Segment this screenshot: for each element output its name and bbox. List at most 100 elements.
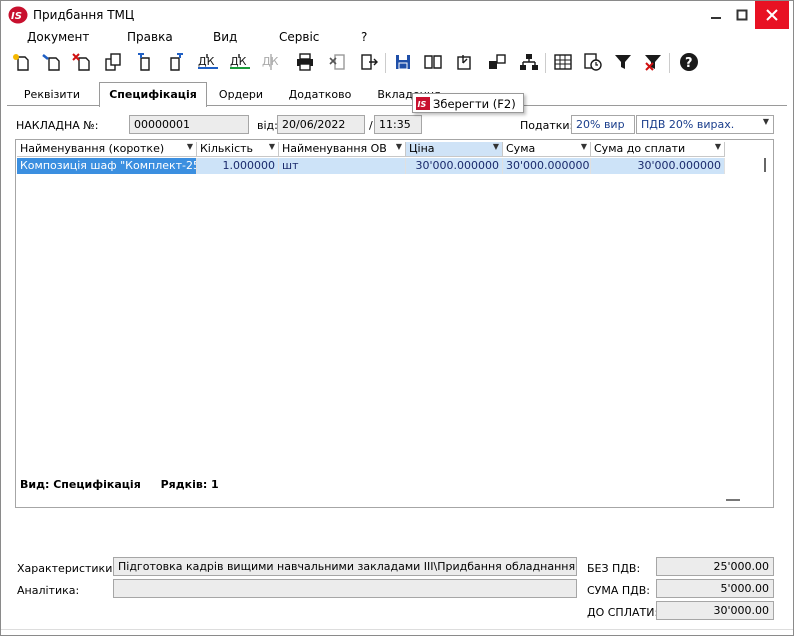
- characteristics-field[interactable]: Підготовка кадрів вищими навчальними зак…: [113, 557, 577, 576]
- column-header-price[interactable]: Ціна ▼: [406, 142, 503, 157]
- cell-sum-to-pay[interactable]: 30'000.000000: [591, 158, 725, 174]
- tax-select-value: ПДВ 20% вирах.: [641, 118, 735, 131]
- debit-credit-button[interactable]: ДК: [197, 50, 221, 74]
- table-icon: [554, 54, 572, 70]
- time-field[interactable]: 11:35: [374, 115, 422, 134]
- tax-rate-field[interactable]: 20% вир: [571, 115, 635, 134]
- tree-button[interactable]: [517, 50, 541, 74]
- debit-credit-alt-button[interactable]: ДК: [229, 50, 253, 74]
- column-dropdown-icon[interactable]: ▼: [396, 142, 402, 151]
- svg-text:ДК: ДК: [262, 55, 279, 68]
- column-header-name[interactable]: Найменування (коротке) ▼: [17, 142, 197, 157]
- svg-text:IS: IS: [11, 11, 22, 22]
- window-title: Придбання ТМЦ: [33, 8, 135, 22]
- attach-button[interactable]: [453, 50, 477, 74]
- column-header-label: Найменування (коротке): [20, 142, 165, 155]
- invoice-number-field[interactable]: 00000001: [129, 115, 249, 134]
- filter-icon: [615, 55, 631, 69]
- delete-icon: [72, 53, 90, 71]
- column-header-quantity[interactable]: Кількість ▼: [197, 142, 279, 157]
- characteristics-label: Характеристики:: [17, 562, 117, 575]
- grid-view-label: Вид: Специфікація: [20, 478, 141, 491]
- title-bar[interactable]: IS Придбання ТМЦ: [1, 1, 793, 29]
- menu-help[interactable]: ?: [361, 30, 367, 44]
- app-window: IS Придбання ТМЦ Документ Правка Вид Сер…: [0, 0, 794, 636]
- analytics-field[interactable]: [113, 579, 577, 598]
- cell-price[interactable]: 30'000.000000: [406, 158, 503, 174]
- insert-before-button[interactable]: [133, 50, 157, 74]
- column-dropdown-icon[interactable]: ▼: [581, 142, 587, 151]
- column-header-sum-to-pay[interactable]: Сума до сплати ▼: [591, 142, 725, 157]
- debit-credit-disabled-button[interactable]: ДК: [261, 50, 285, 74]
- print-icon: [297, 53, 313, 71]
- export-button[interactable]: [325, 50, 349, 74]
- link-button[interactable]: [485, 50, 509, 74]
- vertical-scrollbar-thumb[interactable]: [764, 158, 766, 172]
- menu-document[interactable]: Документ: [27, 30, 89, 44]
- toolbar-separator: [385, 53, 386, 73]
- tab-additional[interactable]: Додатково: [281, 84, 359, 106]
- grid-rows-count: Рядків: 1: [160, 478, 219, 491]
- clear-filter-button[interactable]: [641, 50, 665, 74]
- svg-text:IS: IS: [418, 100, 427, 109]
- toolbar: ДК ДК ДК ?: [1, 47, 793, 77]
- to-pay-field: 30'000.00: [656, 601, 774, 620]
- tab-requisites[interactable]: Реквізити: [15, 84, 89, 106]
- table-row[interactable]: Композиція шаф "Комплект-25" 1.000000 шт…: [17, 158, 725, 174]
- bottom-divider: [1, 629, 793, 630]
- column-dropdown-icon[interactable]: ▼: [715, 142, 721, 151]
- column-dropdown-icon[interactable]: ▼: [493, 142, 499, 151]
- column-header-unit[interactable]: Найменування ОВ ▼: [279, 142, 406, 157]
- to-pay-label: ДО СПЛАТИ:: [587, 606, 659, 619]
- table-button[interactable]: [551, 50, 575, 74]
- cell-quantity[interactable]: 1.000000: [197, 158, 279, 174]
- book-button[interactable]: [421, 50, 445, 74]
- save-icon: [396, 55, 410, 70]
- column-header-label: Сума: [506, 142, 536, 155]
- create-copy-button[interactable]: [39, 50, 63, 74]
- exit-document-button[interactable]: [357, 50, 381, 74]
- create-button[interactable]: [9, 50, 33, 74]
- column-dropdown-icon[interactable]: ▼: [269, 142, 275, 151]
- without-vat-label: БЕЗ ПДВ:: [587, 562, 641, 575]
- menu-service[interactable]: Сервіс: [279, 30, 319, 44]
- debit-credit-disabled-icon: ДК: [262, 54, 279, 70]
- menu-view[interactable]: Вид: [213, 30, 237, 44]
- column-header-label: Найменування ОВ: [282, 142, 387, 155]
- analytics-label: Аналітика:: [17, 584, 80, 597]
- close-button[interactable]: [755, 1, 789, 29]
- vat-sum-label: СУМА ПДВ:: [587, 584, 651, 597]
- menu-edit[interactable]: Правка: [127, 30, 173, 44]
- column-header-label: Кількість: [200, 142, 254, 155]
- tooltip-text: Зберегти (F2): [433, 97, 516, 111]
- maximize-button[interactable]: [727, 1, 757, 29]
- save-button[interactable]: [391, 50, 415, 74]
- tab-specification[interactable]: Специфікація: [99, 82, 207, 107]
- date-field[interactable]: 20/06/2022: [277, 115, 365, 134]
- delete-button[interactable]: [69, 50, 93, 74]
- column-header-sum[interactable]: Сума ▼: [503, 142, 591, 157]
- filter-button[interactable]: [611, 50, 635, 74]
- cell-unit[interactable]: шт: [279, 158, 406, 174]
- tab-orders[interactable]: Ордери: [213, 84, 269, 106]
- insert-after-button[interactable]: [163, 50, 187, 74]
- tax-select[interactable]: ПДВ 20% вирах. ▼: [636, 115, 774, 134]
- print-button[interactable]: [293, 50, 317, 74]
- horizontal-scrollbar-thumb[interactable]: [726, 499, 740, 501]
- insert-before-icon: [138, 53, 150, 71]
- insert-after-icon: [170, 53, 183, 71]
- toolbar-separator: [669, 53, 670, 73]
- cell-sum[interactable]: 30'000.000000: [503, 158, 591, 174]
- help-button[interactable]: ?: [677, 50, 701, 74]
- svg-text:ДК: ДК: [198, 55, 215, 68]
- attach-icon: [457, 55, 471, 70]
- is-pro-logo-icon: IS: [8, 6, 28, 24]
- without-vat-field: 25'000.00: [656, 557, 774, 576]
- create-copy-icon: [42, 54, 60, 71]
- column-dropdown-icon[interactable]: ▼: [187, 142, 193, 151]
- copy-button[interactable]: [101, 50, 125, 74]
- column-header-label: Сума до сплати: [594, 142, 686, 155]
- cell-name[interactable]: Композиція шаф "Комплект-25": [17, 158, 197, 174]
- history-button[interactable]: [581, 50, 605, 74]
- toolbar-separator: [545, 53, 546, 73]
